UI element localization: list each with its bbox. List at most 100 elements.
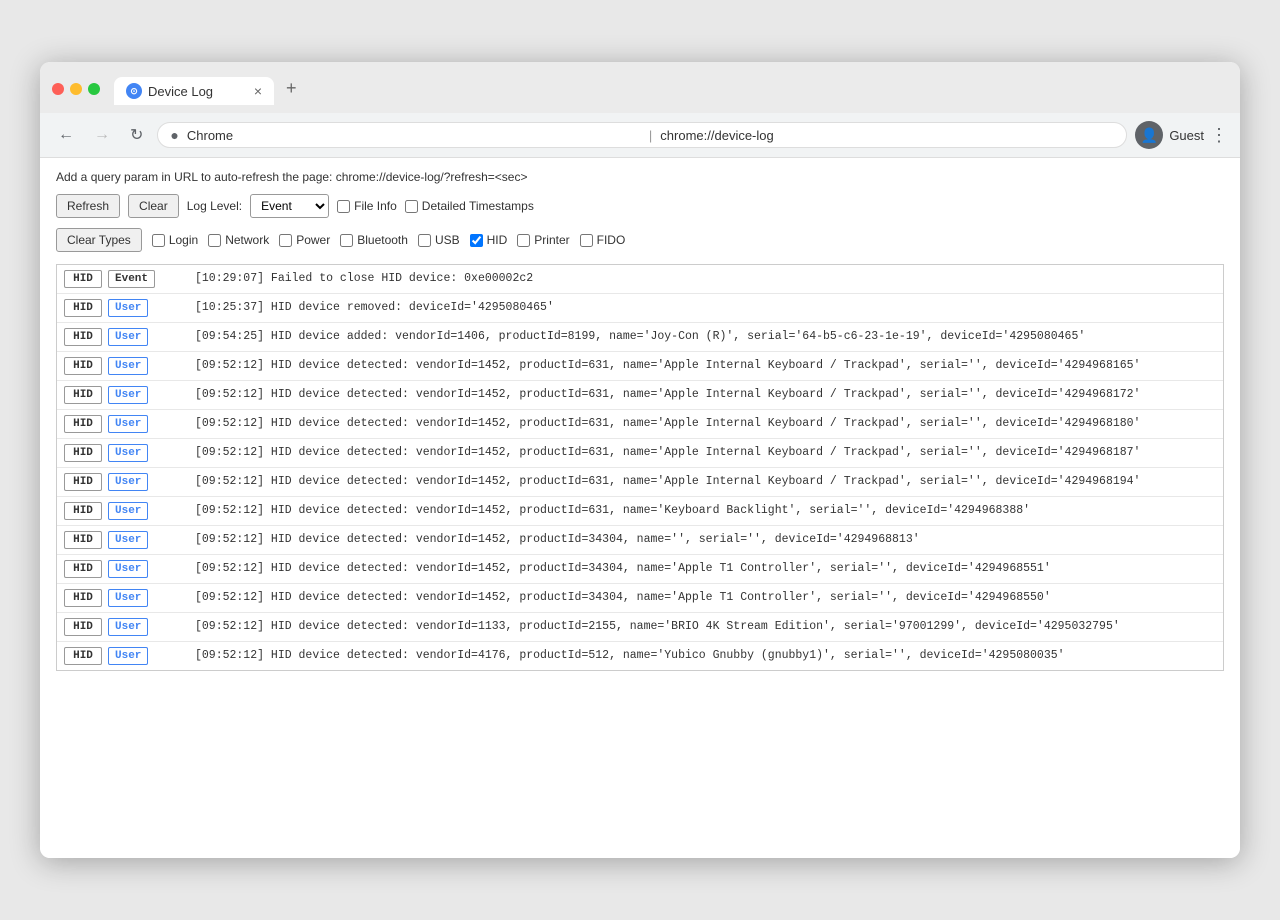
- close-button[interactable]: [52, 83, 64, 95]
- type-printer[interactable]: Printer: [517, 233, 569, 247]
- type-badge: Event: [108, 270, 155, 288]
- back-button[interactable]: ←: [52, 122, 80, 148]
- type-badge: User: [108, 502, 148, 520]
- type-badge: User: [108, 357, 148, 375]
- table-row: HIDUser[09:52:12] HID device detected: v…: [57, 381, 1223, 410]
- log-badges: HIDUser: [57, 555, 187, 583]
- log-badges: HID User: [57, 497, 187, 525]
- log-badges: HID Event: [57, 265, 187, 293]
- maximize-button[interactable]: [88, 83, 100, 95]
- bluetooth-checkbox[interactable]: [340, 234, 353, 247]
- type-network[interactable]: Network: [208, 233, 269, 247]
- address-bar-icon: ●: [170, 127, 178, 143]
- info-text: Add a query param in URL to auto-refresh…: [56, 170, 527, 184]
- source-badge: HID: [64, 299, 102, 317]
- tab-favicon: ⊙: [126, 83, 142, 99]
- log-message: [09:52:12] HID device detected: vendorId…: [187, 613, 1223, 641]
- log-message: [09:52:12] HID device detected: vendorId…: [187, 381, 1223, 409]
- log-badges: HID User: [57, 294, 187, 322]
- power-checkbox[interactable]: [279, 234, 292, 247]
- address-chrome: Chrome: [187, 128, 641, 143]
- new-tab-button[interactable]: +: [276, 72, 307, 105]
- clear-types-button[interactable]: Clear Types: [56, 228, 142, 252]
- file-info-checkbox[interactable]: [337, 200, 350, 213]
- network-checkbox[interactable]: [208, 234, 221, 247]
- log-badges: HIDUser: [57, 584, 187, 612]
- type-badge: User: [108, 647, 148, 665]
- type-login[interactable]: Login: [152, 233, 198, 247]
- reload-button[interactable]: ↻: [124, 121, 149, 149]
- browser-menu-button[interactable]: ⋮: [1210, 125, 1228, 146]
- type-fido[interactable]: FIDO: [580, 233, 626, 247]
- log-message: [09:52:12] HID device detected: vendorId…: [187, 439, 1223, 467]
- detailed-timestamps-label[interactable]: Detailed Timestamps: [405, 199, 534, 213]
- source-badge: HID: [64, 270, 102, 288]
- table-row: HIDUser[09:52:12] HID device detected: v…: [57, 642, 1223, 670]
- type-usb[interactable]: USB: [418, 233, 460, 247]
- clear-button[interactable]: Clear: [128, 194, 179, 218]
- log-message: [10:29:07] Failed to close HID device: 0…: [187, 265, 1223, 293]
- info-bar: Add a query param in URL to auto-refresh…: [56, 170, 1224, 184]
- printer-checkbox[interactable]: [517, 234, 530, 247]
- type-badge: User: [108, 299, 148, 317]
- log-message: [09:52:12] HID device detected: vendorId…: [187, 526, 1223, 554]
- source-badge: HID: [64, 560, 102, 578]
- login-checkbox[interactable]: [152, 234, 165, 247]
- tab-close-button[interactable]: ×: [254, 83, 262, 99]
- source-badge: HID: [64, 531, 102, 549]
- profile-avatar[interactable]: 👤: [1135, 121, 1163, 149]
- navigation-bar: ← → ↻ ● Chrome | chrome://device-log 👤 G…: [40, 113, 1240, 158]
- traffic-lights: [52, 83, 100, 95]
- source-badge: HID: [64, 328, 102, 346]
- refresh-button[interactable]: Refresh: [56, 194, 120, 218]
- profile-area: 👤 Guest ⋮: [1135, 121, 1228, 149]
- table-row: HID User [09:52:12] HID device detected: v…: [57, 526, 1223, 555]
- type-power[interactable]: Power: [279, 233, 330, 247]
- table-row: HIDUser[09:52:12] HID device detected: v…: [57, 497, 1223, 526]
- type-badge: User: [108, 531, 148, 549]
- log-level-select[interactable]: Event Debug Verbose: [250, 194, 329, 218]
- log-badges: HIDUser: [57, 381, 187, 409]
- forward-button[interactable]: →: [88, 122, 116, 148]
- type-badge: User: [108, 386, 148, 404]
- type-hid[interactable]: HID: [470, 233, 508, 247]
- source-badge: HID: [64, 473, 102, 491]
- address-separator: |: [649, 128, 652, 143]
- type-badge: User: [108, 618, 148, 636]
- log-message: [09:52:12] HID device detected: vendorId…: [187, 410, 1223, 438]
- log-badges: HIDUser: [57, 439, 187, 467]
- address-bar[interactable]: ● Chrome | chrome://device-log: [157, 122, 1127, 148]
- type-bluetooth[interactable]: Bluetooth: [340, 233, 408, 247]
- log-badges: HIDUser: [57, 352, 187, 380]
- log-message: [09:52:12] HID device detected: vendorId…: [187, 555, 1223, 583]
- title-bar: ⊙ Device Log × +: [40, 62, 1240, 113]
- log-message: [09:52:12] HID device detected: vendorId…: [187, 642, 1223, 670]
- log-container: HID Event [10:29:07] Failed to close HID d…: [56, 264, 1224, 671]
- log-message: [09:52:12] HID device detected: vendorId…: [187, 352, 1223, 380]
- log-message: [09:52:12] HID device detected: vendorId…: [187, 468, 1223, 496]
- table-row: HID User [09:52:12] HID device detected: v…: [57, 613, 1223, 642]
- file-info-label[interactable]: File Info: [337, 199, 397, 213]
- table-row: HIDUser[10:25:37] HID device removed: de…: [57, 294, 1223, 323]
- table-row: HIDUser[09:52:12] HID device detected: v…: [57, 410, 1223, 439]
- log-message: [09:54:25] HID device added: vendorId=14…: [187, 323, 1223, 351]
- type-badge: User: [108, 328, 148, 346]
- source-badge: HID: [64, 502, 102, 520]
- usb-checkbox[interactable]: [418, 234, 431, 247]
- table-row: HIDUser[09:52:12] HID device detected: v…: [57, 439, 1223, 468]
- type-badge: User: [108, 589, 148, 607]
- log-badges: HIDUser: [57, 468, 187, 496]
- log-badges: HIDUser: [57, 410, 187, 438]
- fido-checkbox[interactable]: [580, 234, 593, 247]
- content-area: Add a query param in URL to auto-refresh…: [40, 158, 1240, 858]
- minimize-button[interactable]: [70, 83, 82, 95]
- detailed-timestamps-checkbox[interactable]: [405, 200, 418, 213]
- source-badge: HID: [64, 618, 102, 636]
- type-badge: User: [108, 415, 148, 433]
- browser-window: ⊙ Device Log × + ← → ↻ ● Chrome | chrome…: [40, 62, 1240, 858]
- active-tab[interactable]: ⊙ Device Log ×: [114, 77, 274, 105]
- controls-row: Refresh Clear Log Level: Event Debug Ver…: [56, 194, 1224, 218]
- profile-name: Guest: [1169, 128, 1204, 143]
- type-badge: User: [108, 444, 148, 462]
- hid-checkbox[interactable]: [470, 234, 483, 247]
